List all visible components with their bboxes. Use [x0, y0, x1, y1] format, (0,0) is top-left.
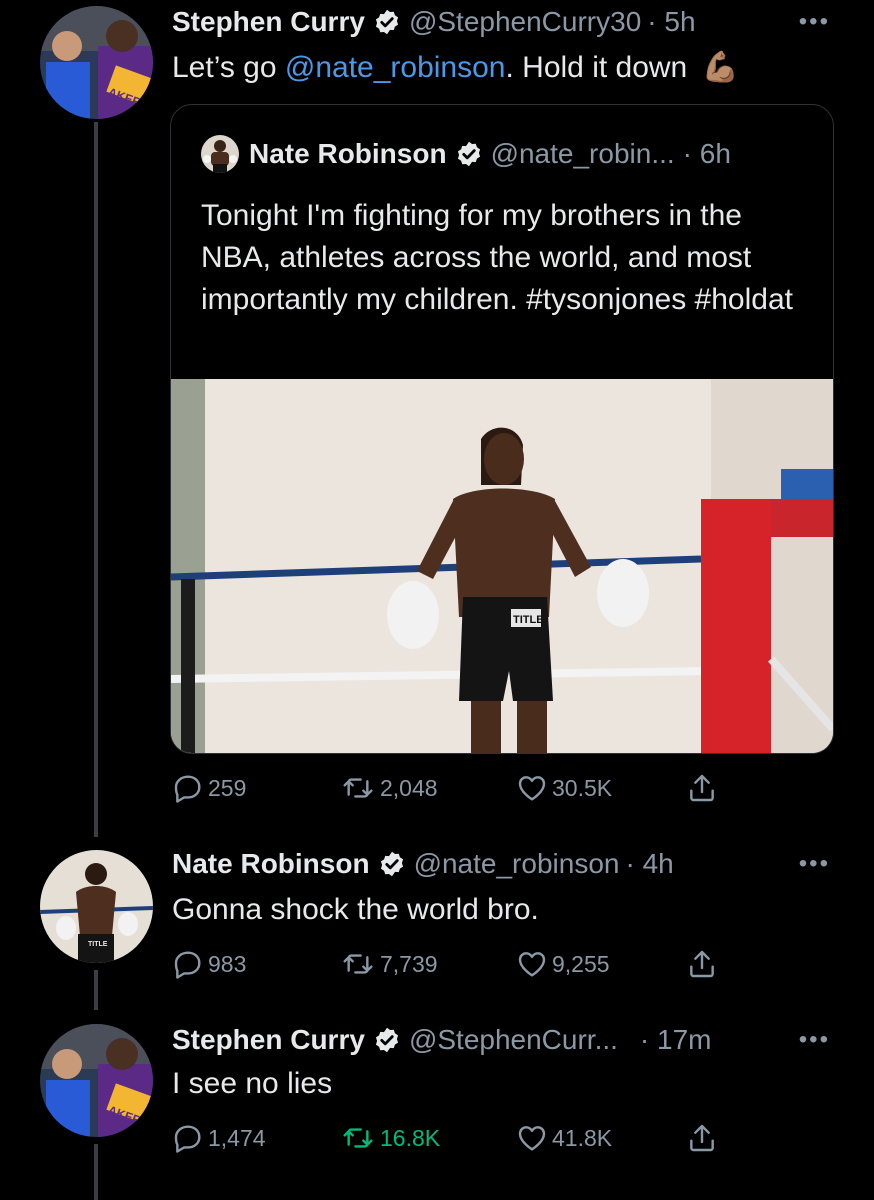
- retweet-count: 2,048: [380, 774, 438, 801]
- quoted-timestamp: · 6h: [682, 138, 731, 169]
- author-name[interactable]: Nate Robinson: [172, 848, 370, 880]
- tweet-actions: 259 2,048 30.5K: [172, 770, 732, 806]
- reply-button[interactable]: 259: [172, 772, 246, 804]
- tweet-actions: 1,474 16.8K 41.8K: [172, 1120, 732, 1156]
- author-handle[interactable]: @nate_robinson: [414, 848, 620, 880]
- like-count: 9,255: [552, 950, 610, 977]
- verified-badge-icon: [373, 1026, 401, 1054]
- mention-link[interactable]: @nate_robinson: [285, 51, 506, 84]
- timestamp[interactable]: · 5h: [647, 6, 695, 38]
- quoted-tweet[interactable]: Nate Robinson @nate_robin... · 6h Tonigh…: [170, 104, 834, 754]
- share-icon: [686, 772, 718, 804]
- share-button[interactable]: [686, 1122, 718, 1154]
- tweet-stephen-curry-2[interactable]: AKERS Stephen Curry @StephenCurr... · 17…: [0, 1010, 874, 1200]
- retweet-count: 7,739: [380, 950, 438, 977]
- author-handle[interactable]: @StephenCurry30: [409, 6, 641, 38]
- more-options-icon[interactable]: •••: [799, 850, 830, 878]
- retweet-button[interactable]: 2,048: [340, 772, 438, 804]
- quoted-author-name: Nate Robinson: [249, 138, 447, 169]
- share-icon: [686, 1122, 718, 1154]
- like-count: 30.5K: [552, 774, 613, 801]
- share-button[interactable]: [686, 772, 718, 804]
- quoted-tweet-text: Tonight I'm fighting for my brothers in …: [201, 199, 793, 316]
- reply-icon: [172, 948, 204, 980]
- boxer-photo[interactable]: TITLE: [171, 379, 833, 753]
- reply-count: 1,474: [208, 1124, 266, 1151]
- author-name[interactable]: Stephen Curry: [172, 6, 365, 38]
- reply-button[interactable]: 1,474: [172, 1122, 266, 1154]
- reply-button[interactable]: 983: [172, 948, 246, 980]
- retweet-count: 16.8K: [380, 1124, 441, 1151]
- retweet-icon: [340, 1122, 376, 1154]
- share-icon: [686, 948, 718, 980]
- tweet-text: I see no lies: [172, 1067, 333, 1100]
- like-icon: [516, 1122, 548, 1154]
- nate-robinson-avatar[interactable]: TITLE: [40, 850, 153, 963]
- reply-count: 983: [208, 950, 247, 977]
- timestamp[interactable]: · 4h: [625, 848, 673, 880]
- tweet-header: Stephen Curry @StephenCurr... · 17m: [172, 1022, 712, 1058]
- thread-line: [94, 1144, 98, 1200]
- retweet-icon: [340, 772, 376, 804]
- tweet-nate-robinson[interactable]: TITLE Nate Robinson @nate_robinson · 4h …: [0, 840, 874, 1010]
- stephen-curry-avatar[interactable]: AKERS: [40, 6, 153, 119]
- svg-text:TITLE: TITLE: [513, 614, 544, 626]
- reply-icon: [172, 1122, 204, 1154]
- stephen-curry-avatar[interactable]: AKERS: [40, 1024, 153, 1137]
- tweet-text: Let’s go @nate_robinson. Hold it down 💪🏽: [172, 51, 739, 84]
- quoted-tweet-header: Nate Robinson @nate_robin... · 6h: [201, 135, 731, 173]
- like-count: 41.8K: [552, 1124, 613, 1151]
- nate-robinson-avatar-small: [201, 135, 239, 173]
- flexed-biceps-emoji: 💪🏽: [701, 51, 739, 84]
- tweet-header: Nate Robinson @nate_robinson · 4h: [172, 846, 674, 882]
- reply-count: 259: [208, 774, 247, 801]
- like-button[interactable]: 30.5K: [516, 772, 612, 804]
- more-options-icon[interactable]: •••: [799, 1026, 830, 1054]
- like-button[interactable]: 9,255: [516, 948, 610, 980]
- tweet-actions: 983 7,739 9,255: [172, 946, 732, 982]
- tweet-text: Gonna shock the world bro.: [172, 893, 539, 926]
- retweet-icon: [340, 948, 376, 980]
- share-button[interactable]: [686, 948, 718, 980]
- like-icon: [516, 772, 548, 804]
- verified-badge-icon: [373, 8, 401, 36]
- timestamp[interactable]: · 17m: [640, 1024, 712, 1056]
- thread-line: [94, 122, 98, 837]
- svg-text:TITLE: TITLE: [88, 941, 108, 948]
- verified-badge-icon: [455, 140, 483, 168]
- like-icon: [516, 948, 548, 980]
- author-name[interactable]: Stephen Curry: [172, 1024, 365, 1056]
- quoted-author-handle: @nate_robin...: [490, 138, 675, 169]
- retweet-button[interactable]: 16.8K: [340, 1122, 440, 1154]
- retweet-button[interactable]: 7,739: [340, 948, 438, 980]
- thread-line: [94, 970, 98, 1010]
- author-handle[interactable]: @StephenCurr...: [409, 1024, 618, 1056]
- more-options-icon[interactable]: •••: [799, 8, 830, 36]
- verified-badge-icon: [378, 850, 406, 878]
- reply-icon: [172, 772, 204, 804]
- tweet-header: Stephen Curry @StephenCurry30 · 5h: [172, 4, 696, 40]
- like-button[interactable]: 41.8K: [516, 1122, 612, 1154]
- tweet-stephen-curry-1[interactable]: AKERS Stephen Curry @StephenCurry30 · 5h…: [0, 0, 874, 840]
